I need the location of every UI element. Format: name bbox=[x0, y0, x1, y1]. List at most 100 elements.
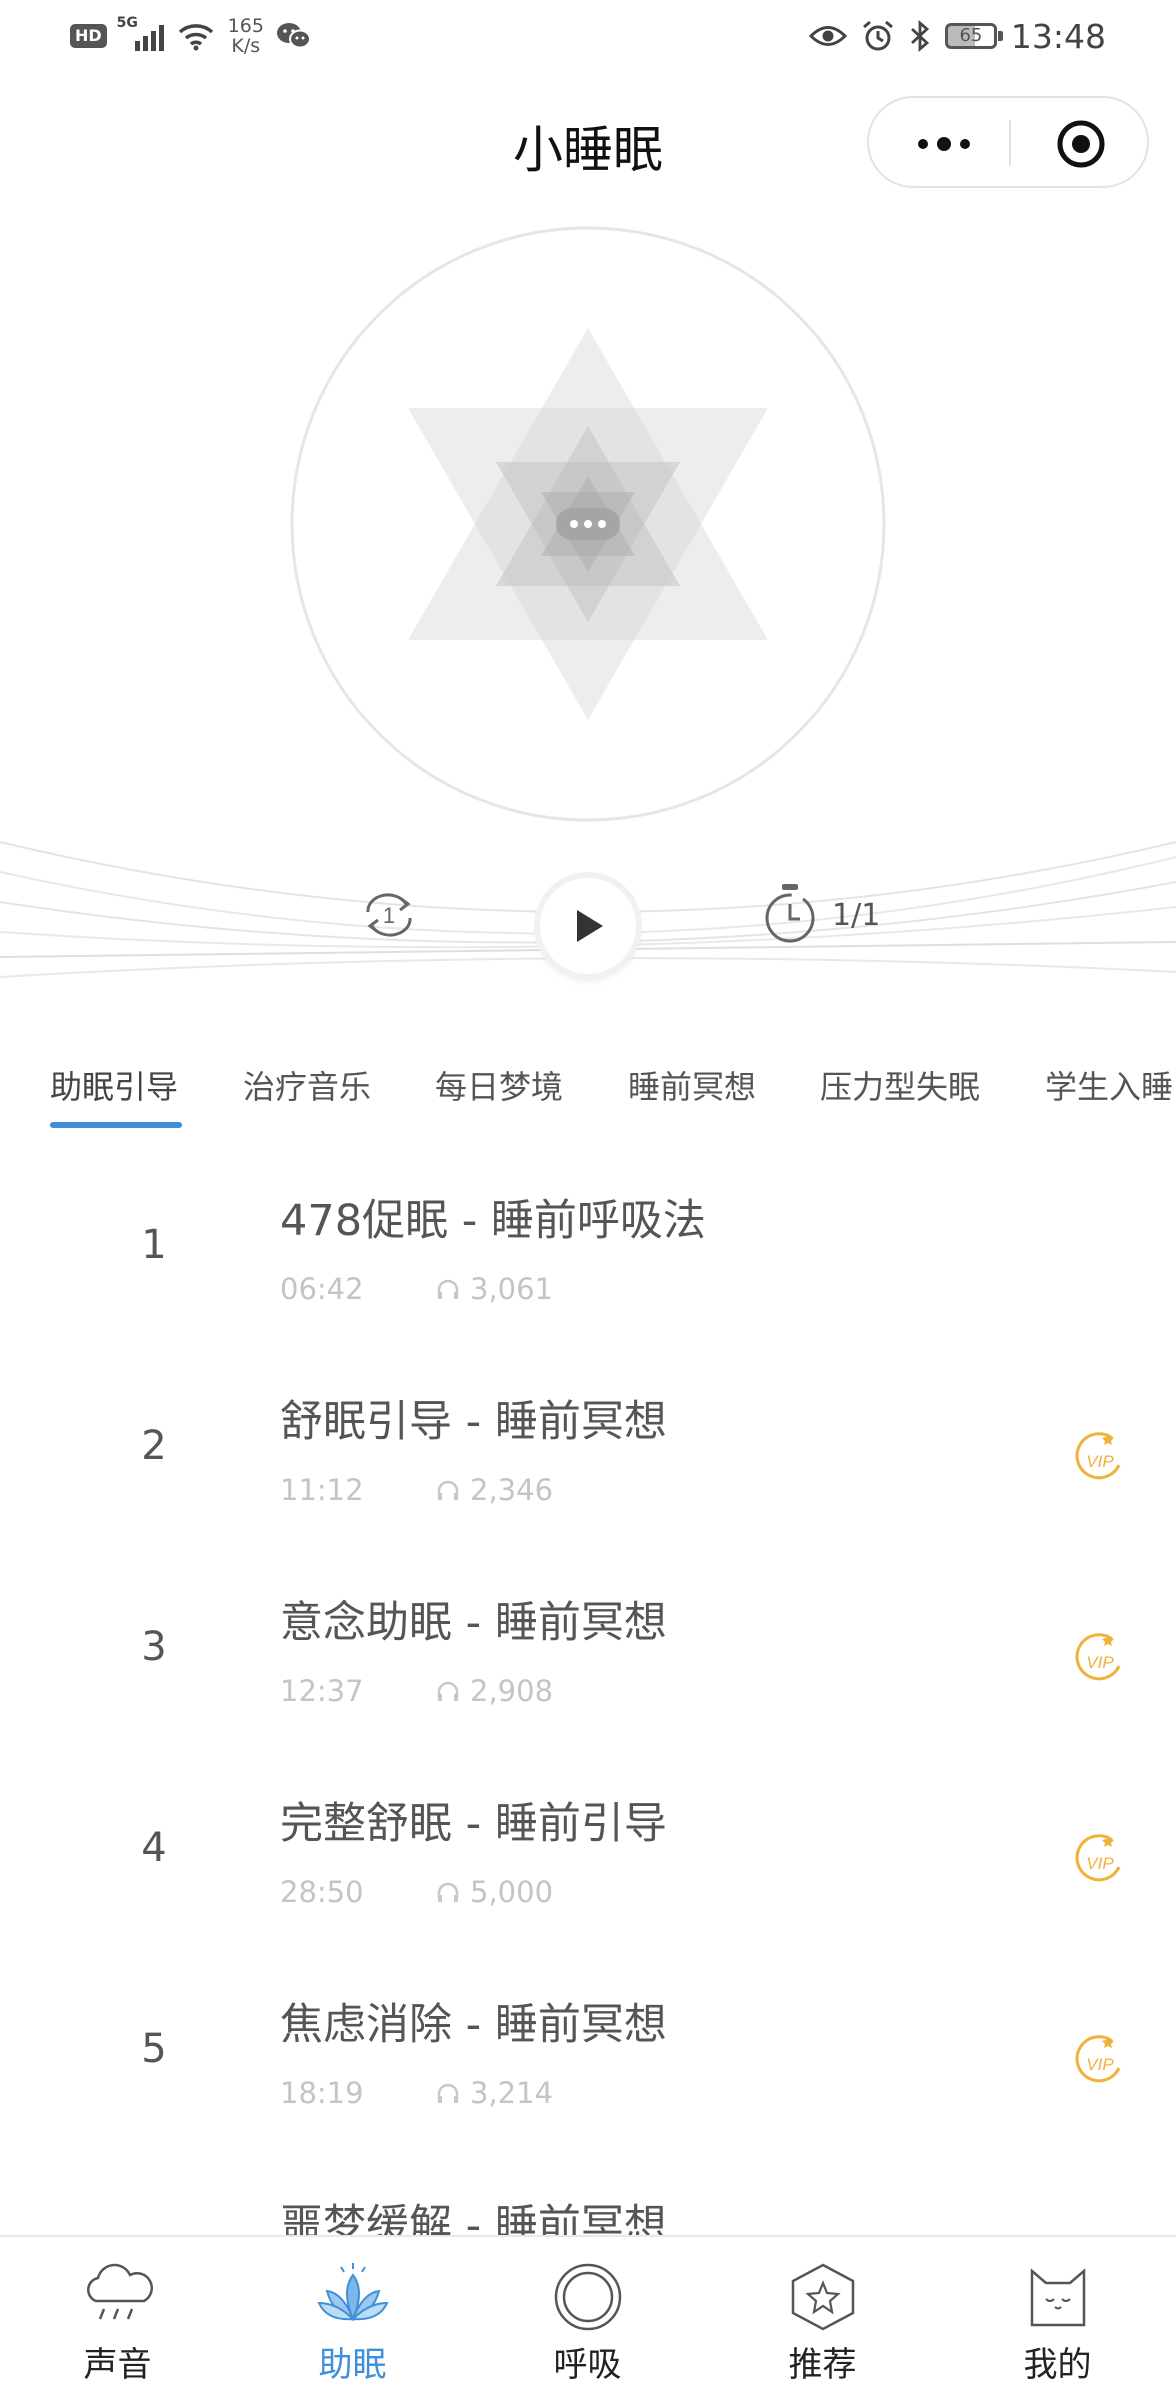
album-disc bbox=[290, 226, 886, 822]
nav-item-mine[interactable]: 我的 bbox=[940, 2237, 1175, 2402]
more-dot-icon bbox=[937, 137, 951, 151]
track-plays: 2,908 bbox=[436, 1674, 553, 1708]
track-counter: 1/1 bbox=[832, 898, 881, 933]
play-count: 3,214 bbox=[470, 2076, 554, 2110]
headphones-icon bbox=[437, 1279, 459, 1299]
nav-item-recommend[interactable]: 推荐 bbox=[705, 2237, 940, 2402]
play-button[interactable] bbox=[540, 878, 636, 974]
track-plays: 5,000 bbox=[436, 1875, 553, 1909]
track-duration: 18:19 bbox=[280, 2076, 364, 2110]
ring-icon bbox=[554, 2263, 622, 2331]
cloud-rain-icon bbox=[87, 2263, 154, 2320]
alarm-icon bbox=[862, 20, 893, 51]
hd-badge: HD bbox=[70, 24, 107, 48]
tab-student-sleep[interactable]: 学生入睡 bbox=[1045, 1062, 1173, 1108]
list-item[interactable]: 5 焦虑消除 - 睡前冥想 18:19 3,214 VIP bbox=[0, 1954, 1176, 2154]
more-dot-icon bbox=[960, 139, 970, 149]
nav-label: 声音 bbox=[83, 2345, 152, 2385]
vip-icon: VIP bbox=[1075, 1432, 1121, 1480]
track-number: 3 bbox=[141, 1624, 167, 1670]
status-bar: HD 5G 165 K/s 65 13:48 bbox=[0, 0, 1176, 72]
track-plays: 3,214 bbox=[436, 2076, 553, 2110]
track-plays: 3,061 bbox=[436, 1272, 553, 1306]
vip-icon: VIP bbox=[1075, 2035, 1121, 2083]
track-title: 噩梦缓解 - 睡前冥想 bbox=[280, 2201, 667, 2235]
bottom-nav: 声音 助眠 呼吸 推荐 我的 bbox=[0, 2235, 1176, 2402]
tab-sleep-guide[interactable]: 助眠引导 bbox=[50, 1062, 178, 1108]
headphones-icon bbox=[437, 1681, 459, 1701]
eye-icon bbox=[808, 26, 847, 46]
capsule-divider bbox=[1009, 120, 1011, 166]
nav-item-sounds[interactable]: 声音 bbox=[0, 2237, 235, 2402]
play-count: 2,346 bbox=[470, 1473, 554, 1507]
network-type: 5G bbox=[116, 15, 138, 31]
track-duration: 28:50 bbox=[280, 1875, 364, 1909]
speed-value: 165 bbox=[227, 15, 264, 37]
track-plays: 2,346 bbox=[436, 1473, 553, 1507]
nav-label: 呼吸 bbox=[553, 2345, 622, 2385]
play-count: 3,061 bbox=[470, 1272, 554, 1306]
headphones-icon bbox=[437, 1882, 459, 1902]
tab-therapy-music[interactable]: 治疗音乐 bbox=[243, 1062, 371, 1108]
timer-button[interactable] bbox=[760, 880, 820, 946]
playback-controls: 1 1/1 bbox=[0, 832, 1176, 1002]
list-item[interactable]: 2 舒眠引导 - 睡前冥想 11:12 2,346 VIP bbox=[0, 1351, 1176, 1551]
loop-button[interactable]: 1 bbox=[356, 882, 422, 948]
track-list: 1 478促眠 - 睡前呼吸法 06:42 3,061 2 舒眠引导 - 睡前冥… bbox=[0, 1150, 1176, 2235]
category-tabs: 助眠引导 治疗音乐 每日梦境 睡前冥想 压力型失眠 学生入睡 bbox=[0, 1050, 1176, 1140]
track-duration: 11:12 bbox=[280, 1473, 364, 1507]
battery-icon: 65 bbox=[944, 23, 1003, 49]
nav-label: 我的 bbox=[1023, 2345, 1092, 2385]
track-duration: 06:42 bbox=[280, 1272, 364, 1306]
play-icon bbox=[577, 910, 603, 942]
track-number: 5 bbox=[141, 2026, 167, 2072]
nav-item-sleep-aid[interactable]: 助眠 bbox=[235, 2237, 470, 2402]
tab-stress-insomnia[interactable]: 压力型失眠 bbox=[820, 1062, 980, 1108]
bluetooth-icon bbox=[910, 19, 929, 53]
tab-daily-dream[interactable]: 每日梦境 bbox=[435, 1062, 563, 1108]
list-item[interactable]: 1 478促眠 - 睡前呼吸法 06:42 3,061 bbox=[0, 1150, 1176, 1350]
list-item[interactable]: 噩梦缓解 - 睡前冥想 VIP bbox=[0, 2155, 1176, 2235]
miniprogram-capsule bbox=[867, 96, 1149, 188]
cat-icon bbox=[1030, 2268, 1086, 2327]
title-bar: 小睡眠 bbox=[0, 72, 1176, 212]
list-item[interactable]: 4 完整舒眠 - 睡前引导 28:50 5,000 VIP bbox=[0, 1753, 1176, 1953]
nav-label: 助眠 bbox=[318, 2345, 387, 2385]
track-title: 478促眠 - 睡前呼吸法 bbox=[280, 1196, 706, 1246]
play-count: 2,908 bbox=[470, 1674, 554, 1708]
player-area: 1 1/1 bbox=[0, 212, 1176, 1012]
track-title: 舒眠引导 - 睡前冥想 bbox=[280, 1397, 667, 1447]
nav-item-breathing[interactable]: 呼吸 bbox=[470, 2237, 705, 2402]
more-button[interactable] bbox=[909, 122, 979, 166]
loop-count: 1 bbox=[383, 903, 395, 928]
vip-label: VIP bbox=[1086, 1653, 1114, 1672]
headphones-icon bbox=[437, 2083, 459, 2103]
battery-level: 65 bbox=[959, 25, 983, 46]
star-hexagon-icon bbox=[791, 2263, 855, 2331]
vip-icon: VIP bbox=[1075, 1834, 1121, 1882]
vip-label: VIP bbox=[1086, 2055, 1114, 2074]
track-number: 2 bbox=[141, 1423, 167, 1469]
network-speed: 165 K/s bbox=[228, 16, 264, 56]
tab-bedtime-meditation[interactable]: 睡前冥想 bbox=[628, 1062, 756, 1108]
track-title: 意念助眠 - 睡前冥想 bbox=[280, 1598, 667, 1648]
track-duration: 12:37 bbox=[280, 1674, 364, 1708]
track-number: 4 bbox=[141, 1825, 167, 1871]
status-left: HD 5G 165 K/s bbox=[70, 14, 312, 58]
lotus-icon bbox=[317, 2263, 389, 2322]
track-title: 完整舒眠 - 睡前引导 bbox=[280, 1799, 667, 1849]
wifi-icon bbox=[178, 24, 213, 51]
play-count: 5,000 bbox=[470, 1875, 554, 1909]
track-title: 焦虑消除 - 睡前冥想 bbox=[280, 2000, 667, 2050]
speed-unit: K/s bbox=[231, 35, 261, 57]
vip-label: VIP bbox=[1086, 1452, 1114, 1471]
list-item[interactable]: 3 意念助眠 - 睡前冥想 12:37 2,908 VIP bbox=[0, 1552, 1176, 1752]
vip-icon: VIP bbox=[1075, 1633, 1121, 1681]
headphones-icon bbox=[437, 1480, 459, 1500]
clock: 13:48 bbox=[1010, 16, 1106, 56]
close-miniprogram-button[interactable] bbox=[1055, 118, 1107, 170]
wechat-icon bbox=[276, 23, 311, 49]
status-right: 65 13:48 bbox=[808, 14, 1106, 58]
track-number: 1 bbox=[141, 1222, 167, 1268]
nav-label: 推荐 bbox=[788, 2345, 857, 2385]
